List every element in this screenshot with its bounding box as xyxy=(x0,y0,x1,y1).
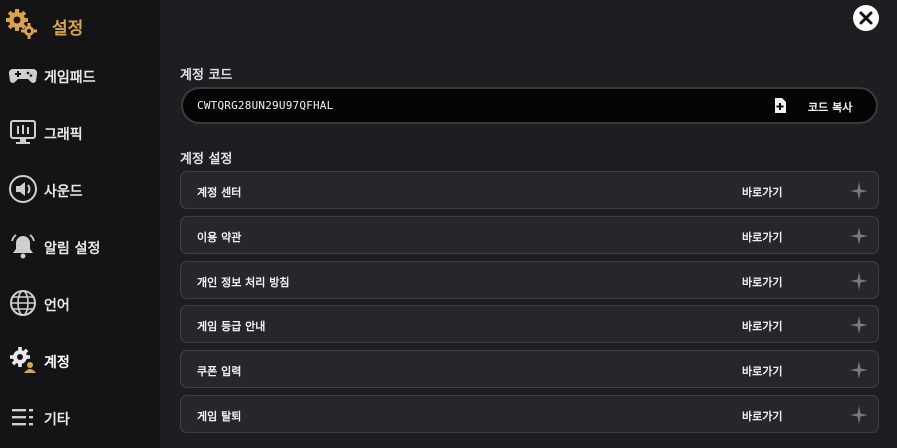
sidebar-item-label: 알림 설정 xyxy=(44,241,101,257)
speaker-icon xyxy=(9,175,37,203)
list-icon xyxy=(12,409,33,426)
sparkle-icon xyxy=(850,316,868,334)
sidebar-item-label: 게임패드 xyxy=(44,70,96,86)
sidebar-item-gamepad[interactable]: 게임패드 xyxy=(0,52,160,102)
list-item-label: 게임 탈퇴 xyxy=(197,410,242,423)
sidebar-item-graphics[interactable]: 그래픽 xyxy=(0,109,160,159)
account-settings-title: 계정 설정 xyxy=(180,152,233,167)
sidebar: 설정 게임패드 그래픽 사운드 알림 설정 언어 계정 기타 xyxy=(0,0,160,448)
list-item-label: 쿠폰 입력 xyxy=(197,365,242,378)
close-icon xyxy=(859,11,873,25)
list-item-label: 이용 약관 xyxy=(197,231,242,244)
settings-gear-icon xyxy=(6,9,37,39)
sidebar-item-label: 사운드 xyxy=(44,184,83,200)
sidebar-item-sound[interactable]: 사운드 xyxy=(0,166,160,216)
list-item-label: 개인 정보 처리 방침 xyxy=(197,276,290,289)
globe-icon xyxy=(10,290,36,316)
shortcut-link[interactable]: 바로가기 xyxy=(742,318,782,334)
list-item[interactable]: 쿠폰 입력 바로가기 xyxy=(180,350,879,388)
sparkle-icon xyxy=(850,227,868,245)
gamepad-icon xyxy=(8,68,38,83)
account-code-box: CWTQRG28UN29U97QFHAL 코드 복사 xyxy=(181,87,878,124)
sidebar-item-label: 기타 xyxy=(44,412,70,428)
sparkle-icon xyxy=(850,361,868,379)
monitor-icon xyxy=(10,120,36,144)
sidebar-item-language[interactable]: 언어 xyxy=(0,280,160,330)
sidebar-item-label: 언어 xyxy=(44,298,70,314)
list-item[interactable]: 계정 센터 바로가기 xyxy=(180,171,879,209)
shortcut-link[interactable]: 바로가기 xyxy=(742,274,782,290)
sparkle-icon xyxy=(850,406,868,424)
account-code-title: 계정 코드 xyxy=(180,68,233,83)
copy-code-button[interactable]: 코드 복사 xyxy=(808,99,852,115)
settings-header: 설정 xyxy=(0,0,160,50)
list-item[interactable]: 게임 탈퇴 바로가기 xyxy=(180,395,879,433)
list-item-label: 계정 센터 xyxy=(197,186,242,199)
sidebar-item-account[interactable]: 계정 xyxy=(0,337,160,387)
shortcut-link[interactable]: 바로가기 xyxy=(742,408,782,424)
sidebar-item-label: 계정 xyxy=(44,355,70,371)
list-item[interactable]: 게임 등급 안내 바로가기 xyxy=(180,305,879,343)
bell-icon xyxy=(11,234,35,259)
settings-title: 설정 xyxy=(52,19,84,39)
account-code-value: CWTQRG28UN29U97QFHAL xyxy=(197,99,334,112)
copy-icon[interactable] xyxy=(773,97,787,114)
shortcut-link[interactable]: 바로가기 xyxy=(742,363,782,379)
sidebar-item-label: 그래픽 xyxy=(44,127,83,143)
sidebar-item-other[interactable]: 기타 xyxy=(0,394,160,444)
shortcut-link[interactable]: 바로가기 xyxy=(742,229,782,245)
list-item-label: 게임 등급 안내 xyxy=(197,320,266,333)
sparkle-icon xyxy=(850,182,868,200)
list-item[interactable]: 개인 정보 처리 방침 바로가기 xyxy=(180,261,879,299)
sparkle-icon xyxy=(850,272,868,290)
sidebar-item-notifications[interactable]: 알림 설정 xyxy=(0,223,160,273)
account-gear-icon xyxy=(10,347,36,373)
list-item[interactable]: 이용 약관 바로가기 xyxy=(180,216,879,254)
shortcut-link[interactable]: 바로가기 xyxy=(742,184,782,200)
close-button[interactable] xyxy=(853,5,879,31)
